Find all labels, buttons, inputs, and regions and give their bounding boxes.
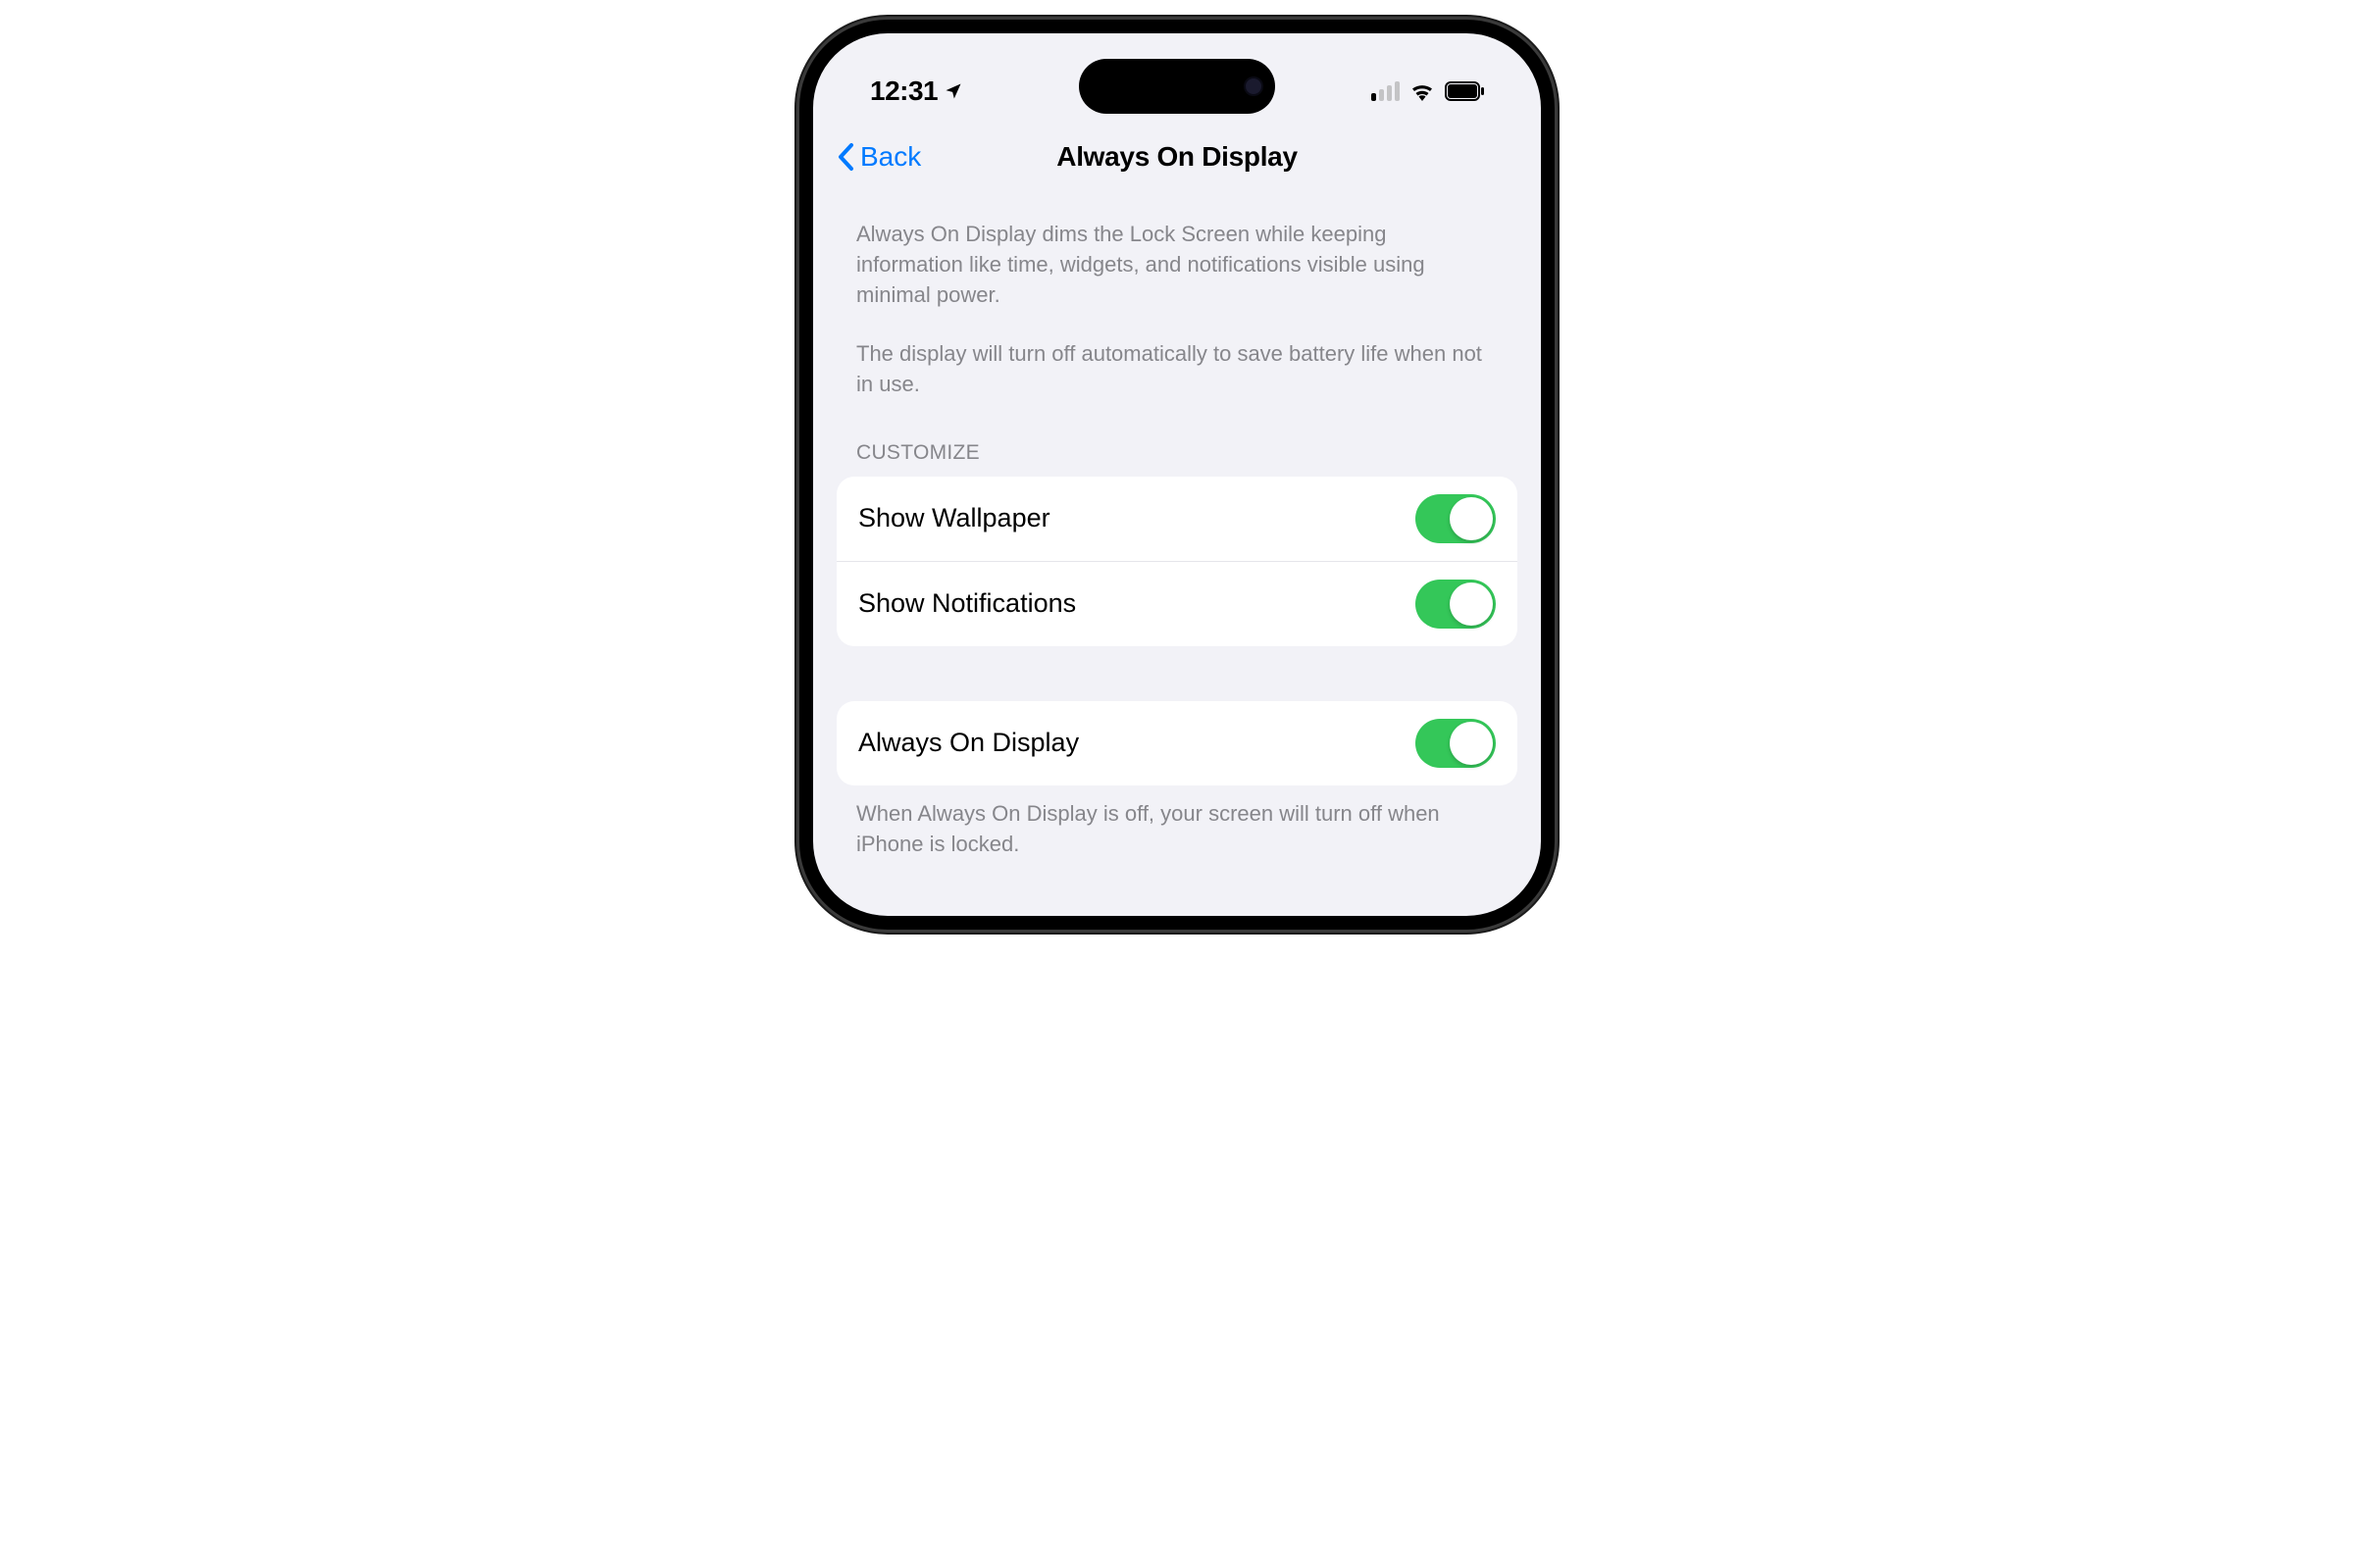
page-title: Always On Display [1056,141,1297,173]
toggle-knob [1450,497,1493,540]
location-icon [944,81,963,101]
row-show-notifications: Show Notifications [837,561,1517,646]
wifi-icon [1409,81,1435,101]
footer-text: When Always On Display is off, your scre… [837,785,1517,860]
row-label-show-notifications: Show Notifications [858,588,1076,619]
front-camera [1244,76,1263,96]
toggle-knob [1450,722,1493,765]
toggle-always-on-display[interactable] [1415,719,1496,768]
toggle-show-wallpaper[interactable] [1415,494,1496,543]
content-area: Always On Display dims the Lock Screen w… [813,196,1541,860]
cellular-signal-icon [1371,81,1400,101]
row-label-always-on-display: Always On Display [858,728,1079,758]
status-right [1371,81,1484,101]
description-paragraph-2: The display will turn off automatically … [837,310,1517,400]
back-label: Back [860,141,921,173]
navigation-bar: Back Always On Display [813,122,1541,196]
dynamic-island [1079,59,1275,114]
row-show-wallpaper: Show Wallpaper [837,477,1517,561]
back-button[interactable]: Back [837,141,921,173]
toggle-knob [1450,582,1493,626]
settings-group-main: Always On Display [837,701,1517,785]
chevron-left-icon [837,142,856,172]
section-header-customize: CUSTOMIZE [837,400,1517,477]
status-left: 12:31 [870,76,963,107]
settings-group-customize: Show Wallpaper Show Notifications [837,477,1517,646]
status-time: 12:31 [870,76,938,107]
phone-frame: 12:31 [799,20,1555,930]
description-paragraph-1: Always On Display dims the Lock Screen w… [837,196,1517,310]
row-label-show-wallpaper: Show Wallpaper [858,503,1050,533]
row-always-on-display: Always On Display [837,701,1517,785]
battery-icon [1445,81,1484,101]
toggle-show-notifications[interactable] [1415,580,1496,629]
